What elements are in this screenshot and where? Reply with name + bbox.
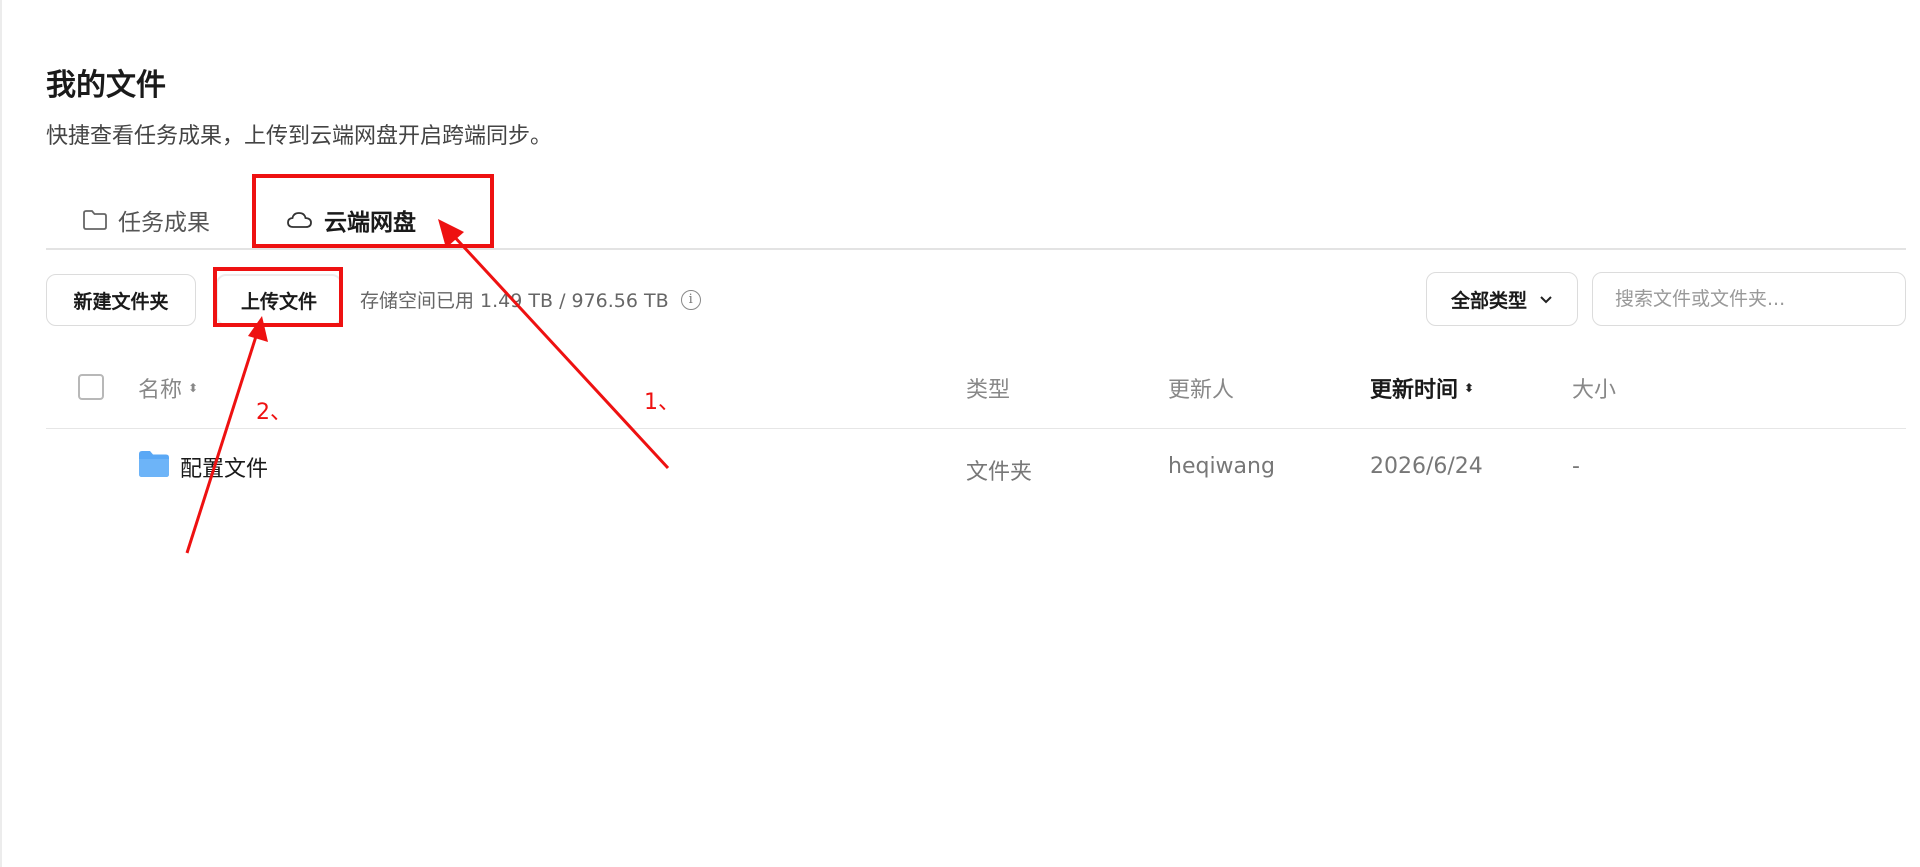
row-name-text: 配置文件 bbox=[180, 457, 269, 482]
tab-task-results-label: 任务成果 bbox=[118, 210, 210, 236]
folder-filled-icon bbox=[138, 450, 170, 484]
tab-cloud-drive[interactable]: 云端网盘 bbox=[286, 196, 416, 244]
storage-usage-text: 存储空间已用 1.49 TB / 976.56 TB bbox=[360, 290, 669, 312]
sort-icon: ⬍ bbox=[1464, 381, 1475, 395]
search-input[interactable] bbox=[1592, 272, 1906, 326]
upload-file-button[interactable]: 上传文件 bbox=[216, 274, 342, 326]
folder-icon bbox=[82, 209, 108, 231]
row-name-cell[interactable]: 配置文件 bbox=[138, 450, 268, 484]
my-files-page: 我的文件 快捷查看任务成果，上传到云端网盘开启跨端同步。 任务成果 云端网盘 新… bbox=[0, 0, 1920, 867]
table-row[interactable]: 配置文件 文件夹 heqiwang 2026/6/24 - bbox=[46, 430, 1906, 508]
annotation-label-2: 2、 bbox=[256, 400, 292, 425]
column-type-header: 类型 bbox=[966, 378, 1011, 403]
column-updated-time-header[interactable]: 更新时间 ⬍ bbox=[1370, 372, 1474, 404]
tab-cloud-drive-label: 云端网盘 bbox=[324, 210, 416, 236]
column-name-label: 名称 bbox=[138, 378, 183, 403]
page-subtitle: 快捷查看任务成果，上传到云端网盘开启跨端同步。 bbox=[46, 124, 553, 149]
storage-usage: 存储空间已用 1.49 TB / 976.56 TB i bbox=[360, 286, 701, 313]
column-name-header[interactable]: 名称 ⬍ bbox=[138, 372, 198, 404]
info-icon[interactable]: i bbox=[680, 289, 701, 310]
type-filter-value: 全部类型 bbox=[1450, 289, 1527, 312]
chevron-down-icon bbox=[1539, 288, 1553, 310]
column-updated-time-label: 更新时间 bbox=[1370, 378, 1459, 403]
tab-bar: 任务成果 云端网盘 bbox=[46, 186, 1906, 250]
sort-icon: ⬍ bbox=[188, 381, 199, 395]
annotation-label-1: 1、 bbox=[644, 390, 680, 415]
column-updater-header: 更新人 bbox=[1168, 378, 1235, 403]
column-size-header: 大小 bbox=[1572, 378, 1617, 403]
row-updated-time-cell: 2026/6/24 bbox=[1370, 454, 1483, 479]
type-filter-select[interactable]: 全部类型 bbox=[1426, 272, 1578, 326]
row-updater-cell: heqiwang bbox=[1168, 454, 1275, 479]
row-type-cell: 文件夹 bbox=[966, 460, 1033, 485]
new-folder-button[interactable]: 新建文件夹 bbox=[46, 274, 196, 326]
select-all-checkbox[interactable] bbox=[78, 374, 104, 400]
page-title: 我的文件 bbox=[46, 68, 166, 103]
tab-task-results[interactable]: 任务成果 bbox=[82, 196, 210, 244]
row-size-cell: - bbox=[1572, 454, 1580, 479]
table-header: 名称 ⬍ 类型 更新人 更新时间 ⬍ 大小 bbox=[46, 358, 1906, 429]
cloud-icon bbox=[286, 209, 314, 231]
